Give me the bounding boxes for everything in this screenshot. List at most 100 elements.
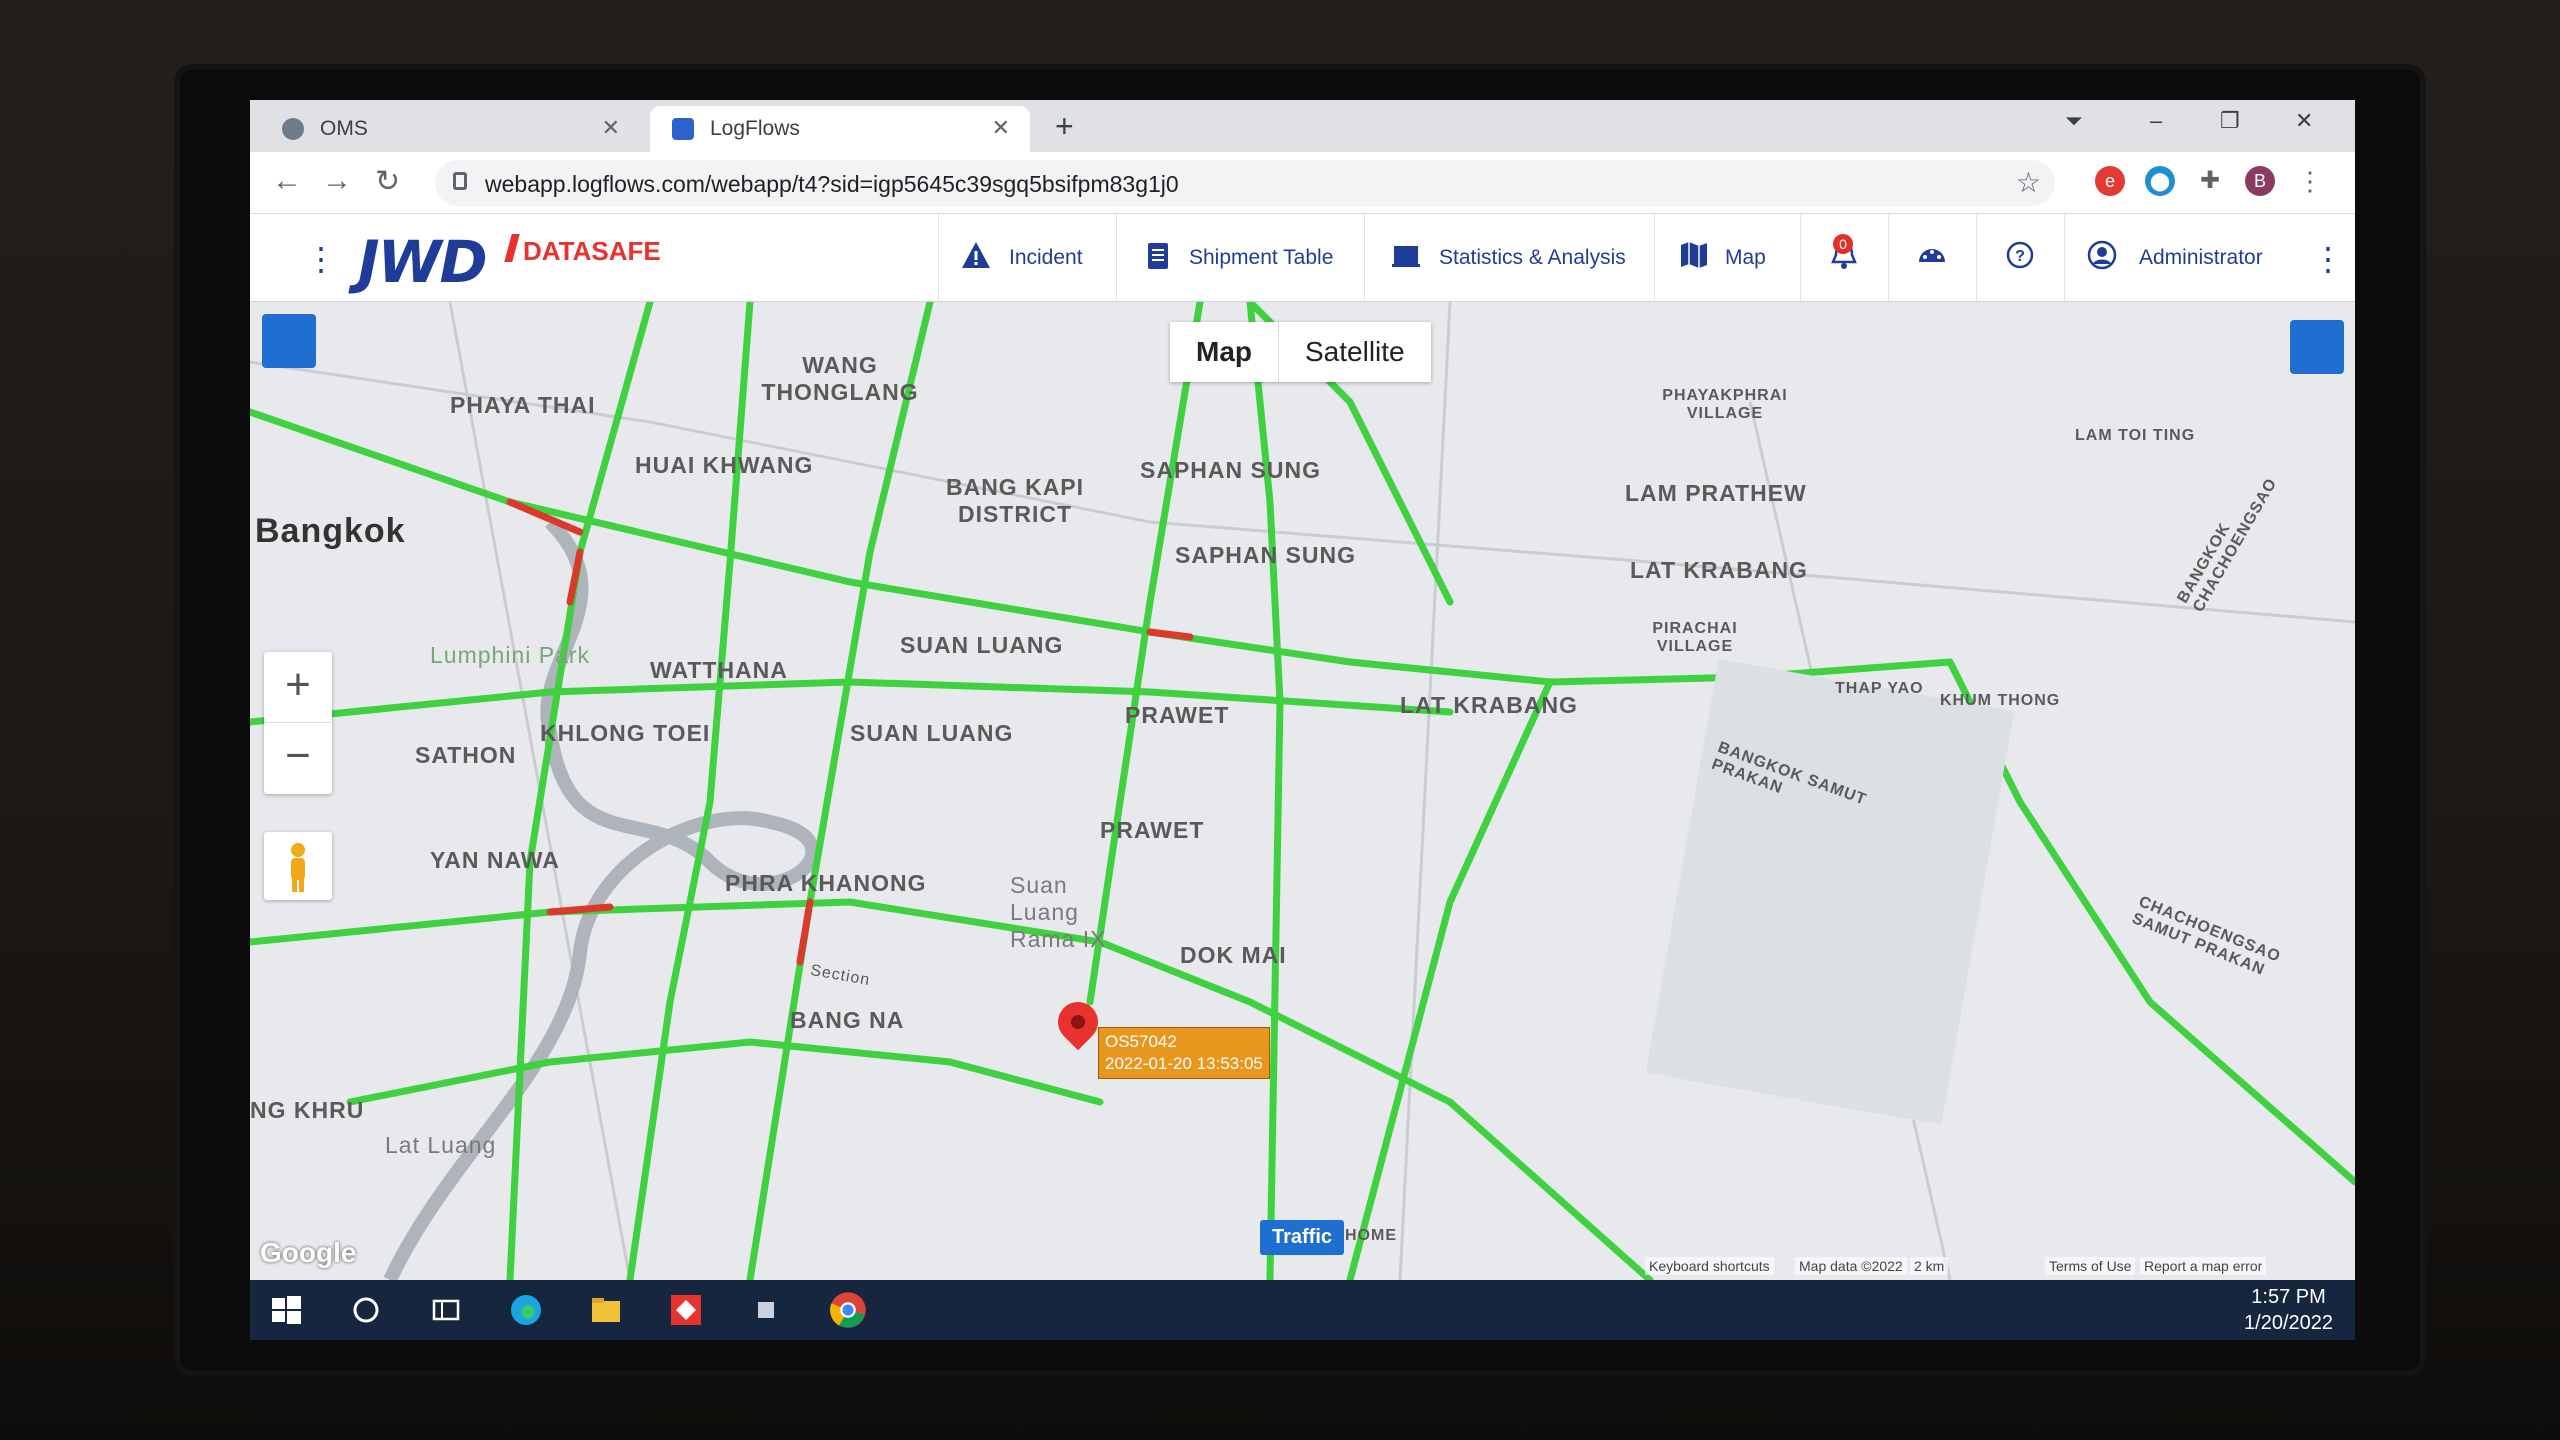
system-clock[interactable]: 1:57 PM 1/20/2022 (2244, 1284, 2333, 1336)
zoom-control: + − (264, 652, 332, 794)
tab-label: OMS (320, 117, 368, 140)
extension-icon[interactable]: e (2095, 166, 2125, 196)
traffic-toggle-button[interactable]: Traffic (1260, 1220, 1345, 1255)
reload-icon[interactable]: ↻ (375, 164, 400, 199)
edge-browser-icon[interactable] (508, 1292, 544, 1328)
close-window-icon[interactable]: ✕ (2295, 108, 2313, 134)
chrome-icon[interactable] (828, 1290, 868, 1330)
address-bar[interactable]: webapp.logflows.com/webapp/t4?sid=igp564… (435, 160, 2055, 206)
map-type-map-button[interactable]: Map (1170, 322, 1279, 382)
panel-toggle-icon[interactable] (262, 314, 316, 368)
bookmark-star-icon[interactable]: ☆ (2016, 166, 2041, 199)
place-label: Lat Luang (385, 1132, 497, 1158)
report-map-error-link[interactable]: Report a map error (2140, 1257, 2267, 1275)
place-label: PRAWET (1100, 817, 1205, 843)
street-view-pegman-icon[interactable] (264, 832, 332, 900)
place-label: YAN NAWA (430, 847, 560, 873)
user-menu-icon[interactable]: ⋮ (2312, 240, 2344, 278)
clock-date: 1/20/2022 (2244, 1312, 2333, 1334)
user-name: Administrator (2139, 246, 2263, 269)
logo-accent (504, 234, 520, 262)
nav-statistics-analysis[interactable]: Statistics & Analysis (1364, 214, 1654, 302)
nav-incident[interactable]: Incident (938, 214, 1116, 302)
clock-time: 1:57 PM (2251, 1286, 2326, 1308)
scale-text: 2 km (1910, 1257, 1949, 1275)
new-tab-button[interactable]: + (1055, 108, 1074, 145)
place-label: WATTHANA (650, 657, 788, 683)
dashboard-gauge-icon (1919, 249, 1945, 262)
app-icon[interactable] (748, 1292, 784, 1328)
svg-text:?: ? (2015, 248, 2025, 265)
clipboard-icon (1148, 243, 1168, 269)
tab-logflows[interactable]: LogFlows ✕ (650, 106, 1030, 152)
windows-taskbar: 1:57 PM 1/20/2022 (250, 1280, 2355, 1340)
road-network (250, 302, 2355, 1280)
place-label: LAT KRABANG (1400, 692, 1578, 718)
place-label: BANG NA (790, 1007, 905, 1033)
jwd-datasafe-logo[interactable]: JWD DATASAFE (358, 228, 661, 296)
warning-icon (962, 242, 990, 268)
close-tab-icon[interactable]: ✕ (602, 115, 620, 141)
logo-text: JWD (358, 228, 488, 296)
browser-menu-icon[interactable]: ⋮ (2295, 166, 2325, 196)
lock-icon (453, 172, 467, 190)
place-label: BANG KAPI DISTRICT (945, 474, 1085, 527)
shipment-marker-tooltip[interactable]: OS57042 2022-01-20 13:53:05 (1098, 1027, 1270, 1079)
extensions-puzzle-icon[interactable]: ✚ (2195, 166, 2225, 196)
logo-subtext: DATASAFE (523, 236, 661, 266)
back-icon[interactable]: ← (272, 164, 302, 198)
map-type-toggle: Map Satellite (1170, 322, 1431, 382)
monitor-screen: OMS ✕ LogFlows ✕ + ⏷ – ❐ ✕ ← → ↻ webapp.… (250, 100, 2355, 1340)
nav-dashboard[interactable] (1888, 214, 1976, 302)
anydesk-icon[interactable] (668, 1292, 704, 1328)
nav-label: Shipment Table (1189, 246, 1334, 269)
nav-shipment-table[interactable]: Shipment Table (1116, 214, 1364, 302)
nav-label: Incident (1009, 246, 1083, 269)
nav-user[interactable]: Administrator (2064, 214, 2304, 302)
nav-map[interactable]: Map (1654, 214, 1800, 302)
zoom-in-button[interactable]: + (264, 652, 332, 723)
file-explorer-icon[interactable] (588, 1292, 624, 1328)
place-label: NG KHRU (250, 1097, 365, 1123)
url-text: webapp.logflows.com/webapp/t4?sid=igp564… (485, 171, 1179, 197)
extension-icon[interactable]: ⬤ (2145, 166, 2175, 196)
zoom-out-button[interactable]: − (264, 723, 332, 794)
minimize-icon[interactable]: – (2150, 108, 2162, 134)
place-label: PIRACHAI VILLAGE (1652, 620, 1738, 655)
app-menu-icon[interactable]: ⋮ (305, 240, 337, 278)
search-icon[interactable] (348, 1292, 384, 1328)
park-label: Lumphini Park (430, 642, 591, 668)
place-label: SATHON (415, 742, 517, 768)
place-label: LAM TOI TING (2075, 427, 2196, 444)
forward-icon[interactable]: → (322, 164, 352, 198)
place-label: HOME (1345, 1227, 1397, 1244)
tab-label: LogFlows (710, 117, 800, 140)
nav-help[interactable]: ? (1976, 214, 2064, 302)
keyboard-shortcuts-link[interactable]: Keyboard shortcuts (1645, 1257, 1774, 1275)
restore-icon[interactable]: ❐ (2220, 108, 2240, 134)
app-header: ⋮ JWD DATASAFE Incident Shipment Table S… (250, 214, 2355, 302)
map-type-satellite-button[interactable]: Satellite (1279, 322, 1431, 382)
close-tab-icon[interactable]: ✕ (992, 115, 1010, 141)
profile-avatar[interactable]: B (2245, 166, 2275, 196)
task-view-icon[interactable] (428, 1292, 464, 1328)
browser-tab-bar: OMS ✕ LogFlows ✕ + ⏷ – ❐ ✕ (250, 100, 2355, 152)
place-label: THAP YAO (1835, 680, 1924, 697)
place-label: LAT KRABANG (1630, 557, 1808, 583)
map-icon (1681, 242, 1707, 268)
layer-panel-icon[interactable] (2290, 320, 2344, 374)
map-canvas[interactable]: Map Satellite + − Bangkok PHAYA THAI WAN… (250, 302, 2355, 1280)
terms-link[interactable]: Terms of Use (2045, 1257, 2136, 1275)
nav-label: Map (1725, 246, 1766, 269)
oms-favicon-icon (282, 118, 304, 140)
windows-start-icon[interactable] (268, 1292, 304, 1328)
logflows-favicon-icon (672, 118, 694, 140)
place-label: Bangkok (255, 512, 406, 550)
tab-search-icon[interactable]: ⏷ (2065, 108, 2083, 134)
google-logo: Google (260, 1237, 357, 1268)
place-label: KHUM THONG (1940, 692, 2061, 709)
park-label: Suan Luang Rama IX (1010, 872, 1107, 952)
nav-notifications[interactable]: 0 (1800, 214, 1888, 302)
place-label: PHRA KHANONG (725, 870, 927, 896)
tab-oms[interactable]: OMS ✕ (260, 106, 640, 152)
